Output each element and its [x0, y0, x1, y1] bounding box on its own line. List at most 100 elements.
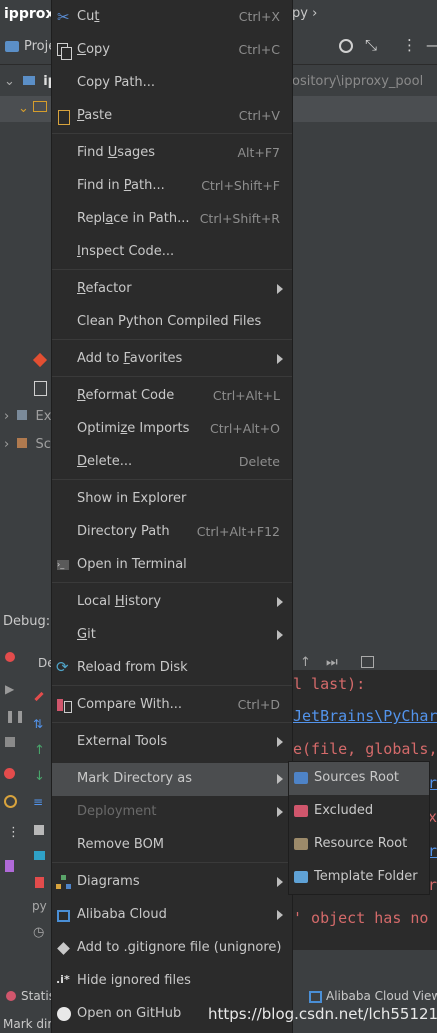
menu-item-alibaba-cloud[interactable]: Alibaba Cloud [52, 899, 292, 932]
menu-item-deployment: Deployment [52, 796, 292, 829]
alibaba-cloud-view[interactable]: Alibaba Cloud View [326, 989, 437, 1003]
menu-item-show-in-explorer[interactable]: Show in Explorer [52, 483, 292, 516]
github-icon [56, 1007, 72, 1023]
menu-item-inspect-code[interactable]: Inspect Code... [52, 236, 292, 269]
menu-item-paste[interactable]: Paste Ctrl+V [52, 100, 292, 133]
evaluate-icon[interactable] [361, 656, 374, 668]
menu-item-label: Hide ignored files [77, 973, 191, 988]
menu-item-label: Copy [77, 42, 110, 57]
submenu-item-resource-root[interactable]: Resource Root [289, 828, 429, 861]
sort-icon[interactable]: ⇅ [33, 717, 43, 731]
menu-item-label: Deployment [77, 804, 157, 819]
alibaba-cloud-icon [56, 908, 72, 924]
menu-separator [52, 133, 292, 134]
menu-item-reformat-code[interactable]: Reformat Code Ctrl+Alt+L [52, 380, 292, 413]
menu-item-label: Alibaba Cloud [77, 907, 167, 922]
history-icon[interactable]: ◷ [33, 925, 44, 940]
menu-item-shortcut: Ctrl+Alt+O [210, 421, 280, 436]
menu-item-diagrams[interactable]: Diagrams [52, 866, 292, 899]
edit-icon[interactable] [34, 691, 44, 702]
mute-breakpoints-icon[interactable] [4, 795, 17, 808]
console-line: e(file, globals, [293, 740, 437, 758]
submenu-arrow-icon [277, 737, 283, 747]
menu-item-local-history[interactable]: Local History [52, 586, 292, 619]
library-icon [17, 410, 28, 420]
menu-item-replace-in-path[interactable]: Replace in Path... Ctrl+Shift+R [52, 203, 292, 236]
menu-item-label: Find Usages [77, 145, 156, 160]
print-icon[interactable] [34, 851, 45, 860]
menu-item-git[interactable]: Git [52, 619, 292, 652]
python-console-label[interactable]: py [32, 899, 47, 913]
menu-item-find-usages[interactable]: Find Usages Alt+F7 [52, 137, 292, 170]
console-link[interactable]: JetBrains\PyChar [293, 707, 437, 725]
menu-separator [52, 722, 292, 723]
menu-item-add-to-favorites[interactable]: Add to Favorites [52, 343, 292, 376]
chevron-right-icon: › [4, 409, 10, 424]
submenu-item-excluded[interactable]: Excluded [289, 795, 429, 828]
tree-item-scratches[interactable]: › Scr [4, 437, 56, 452]
menu-item-hide-ignored-files[interactable]: .i* Hide ignored files [52, 965, 292, 998]
breakpoint-icon[interactable] [4, 768, 15, 779]
menu-item-clean-python-compiled-files[interactable]: Clean Python Compiled Files [52, 306, 292, 339]
menu-item-external-tools[interactable]: External Tools [52, 726, 292, 759]
menu-item-shortcut: Ctrl+Shift+F [201, 178, 280, 193]
menu-item-copy[interactable]: Copy Ctrl+C [52, 34, 292, 67]
menu-item-shortcut: Delete [238, 454, 280, 469]
step-out-icon[interactable]: ↑ [300, 655, 311, 670]
console-error: ' object has no [293, 909, 429, 927]
menu-item-remove-bom[interactable]: Remove BOM [52, 829, 292, 862]
menu-item-label: Directory Path [77, 524, 170, 539]
menu-item-copy-path[interactable]: Copy Path... [52, 67, 292, 100]
more-options-icon[interactable]: ⋮ [402, 36, 417, 54]
terminal-icon: ›_ [56, 558, 72, 574]
menu-item-label: Cut [77, 9, 100, 24]
submenu-item-label: Template Folder [314, 869, 418, 884]
tree-item-external[interactable]: › Ext [4, 409, 57, 424]
pin-icon[interactable] [5, 860, 14, 872]
menu-item-compare-with[interactable]: Compare With... Ctrl+D [52, 689, 292, 722]
resume-icon[interactable]: ▶ [5, 682, 14, 696]
menu-item-open-in-terminal[interactable]: ›_ Open in Terminal [52, 549, 292, 582]
breadcrumb-tail[interactable]: py › [292, 6, 317, 21]
up-arrow-icon[interactable]: ↑ [34, 743, 45, 758]
status-left[interactable]: Statis [21, 989, 55, 1003]
trash-icon[interactable] [35, 877, 44, 888]
menu-item-reload-from-disk[interactable]: ⟳ Reload from Disk [52, 652, 292, 685]
more-icon[interactable]: ⋮ [7, 825, 20, 840]
folder-icon [294, 805, 308, 817]
stop-icon[interactable] [5, 737, 15, 747]
bug-icon[interactable] [5, 652, 15, 662]
submenu-item-template-folder[interactable]: Template Folder [289, 861, 429, 894]
run-to-cursor-icon[interactable]: ⏭ [326, 655, 338, 670]
watermark: https://blog.csdn.net/lch551218 [208, 1005, 437, 1023]
menu-item-directory-path[interactable]: Directory Path Ctrl+Alt+F12 [52, 516, 292, 549]
menu-item-find-in-path[interactable]: Find in Path... Ctrl+Shift+F [52, 170, 292, 203]
import-icon[interactable] [34, 825, 44, 835]
menu-item-label: Paste [77, 108, 113, 123]
pause-icon[interactable]: ❚❚ [5, 709, 25, 723]
menu-item-label: Add to Favorites [77, 351, 183, 366]
locate-icon[interactable] [339, 39, 353, 53]
menu-item-add-to-gitignore-file-unignore[interactable]: Add to .gitignore file (unignore) [52, 932, 292, 965]
menu-item-label: Find in Path... [77, 178, 165, 193]
menu-item-label: Delete... [77, 454, 133, 469]
menu-item-delete[interactable]: Delete... Delete [52, 446, 292, 479]
menu-item-label: Mark Directory as [77, 771, 192, 786]
menu-item-shortcut: Ctrl+X [238, 9, 280, 24]
down-arrow-icon[interactable]: ↓ [34, 769, 45, 784]
mark-directory-submenu: Sources Root Excluded Resource Root Templat… [288, 761, 430, 895]
copy-icon [56, 43, 72, 60]
submenu-arrow-icon [277, 774, 283, 784]
menu-item-cut[interactable]: ✂ Cut Ctrl+X [52, 1, 292, 34]
reload-icon: ⟳ [56, 658, 69, 676]
menu-item-label: Open on GitHub [77, 1006, 182, 1021]
submenu-item-sources-root[interactable]: Sources Root [289, 762, 429, 795]
minimize-icon[interactable]: — [426, 36, 437, 54]
tree-subfolder[interactable]: ⌄ [18, 101, 48, 116]
menu-item-mark-directory-as[interactable]: Mark Directory as [52, 763, 292, 796]
menu-item-optimize-imports[interactable]: Optimize Imports Ctrl+Alt+O [52, 413, 292, 446]
collapse-icon[interactable]: ⤡ [365, 36, 377, 54]
wrap-icon[interactable]: ≡ [33, 795, 43, 809]
alibaba-cloud-view-icon [309, 991, 322, 1003]
menu-item-refactor[interactable]: Refactor [52, 273, 292, 306]
